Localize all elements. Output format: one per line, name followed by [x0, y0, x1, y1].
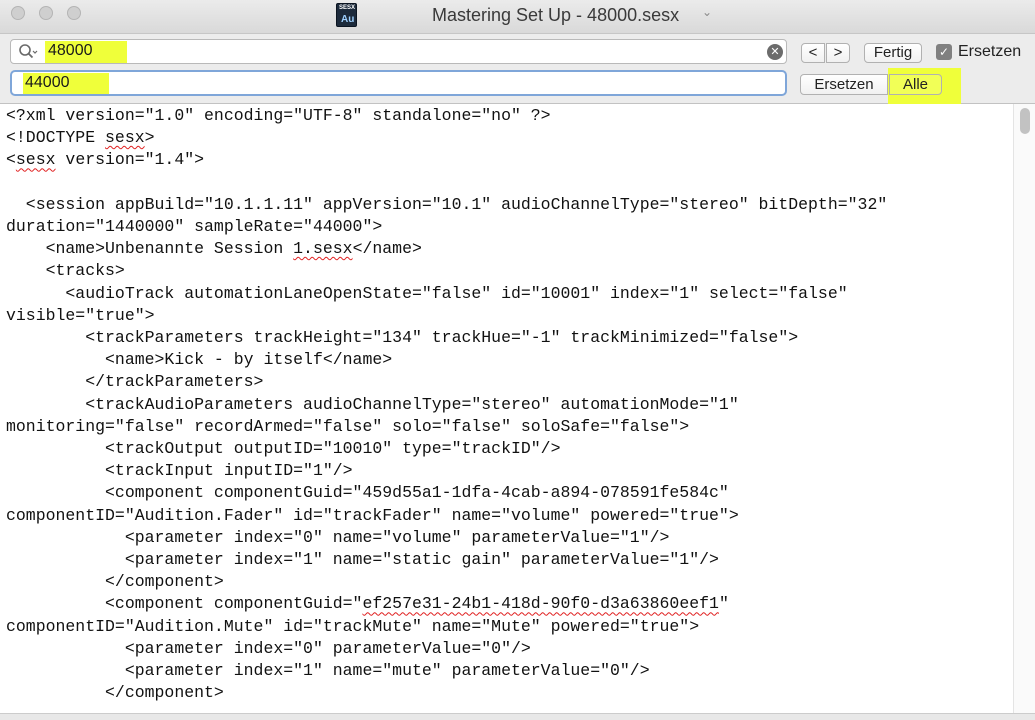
- code-line: <?xml version="1.0" encoding="UTF-8" sta…: [6, 105, 551, 127]
- code-text: <component componentGuid=": [6, 594, 363, 614]
- code-text: </component>: [6, 572, 224, 592]
- document-icon-label: Au: [341, 14, 355, 25]
- spelling-error-text: sesx: [15, 150, 56, 170]
- code-text: <trackInput inputID="1"/>: [6, 461, 353, 481]
- audition-document-icon[interactable]: SESX Au: [336, 3, 357, 27]
- code-text: <!DOCTYPE: [6, 128, 106, 148]
- code-text: <trackAudioParameters audioChannelType="…: [6, 394, 739, 414]
- document-icon-extension: SESX: [339, 5, 356, 11]
- window-bottom-edge: [0, 713, 1035, 720]
- window-titlebar: SESX Au Mastering Set Up - 48000.sesx ⌄: [0, 0, 1035, 34]
- vertical-scrollbar[interactable]: [1013, 104, 1035, 713]
- code-line: <audioTrack automationLaneOpenState="fal…: [6, 283, 848, 305]
- replace-checkbox-label[interactable]: Ersetzen: [958, 43, 1021, 61]
- code-text: <trackParameters trackHeight="134" track…: [6, 328, 799, 347]
- code-line: <!DOCTYPE sesx>: [6, 127, 155, 149]
- close-window-button[interactable]: [11, 6, 25, 20]
- code-text: <audioTrack automationLaneOpenState="fal…: [6, 283, 848, 303]
- code-line: </trackParameters>: [6, 371, 263, 393]
- search-icon[interactable]: [18, 43, 38, 61]
- code-text: <parameter index="1" name="mute" paramet…: [6, 661, 650, 680]
- code-line: <parameter index="1" name="mute" paramet…: [6, 660, 650, 682]
- code-line: <parameter index="0" parameterValue="0"/…: [6, 638, 531, 660]
- code-line: <parameter index="0" name="volume" param…: [6, 527, 670, 549]
- code-text: <parameter index="0" parameterValue="0"/…: [6, 638, 531, 658]
- code-line: <trackParameters trackHeight="134" track…: [6, 327, 798, 349]
- code-line: </component>: [6, 571, 224, 593]
- code-line: duration="1440000" sampleRate="44000">: [6, 216, 382, 238]
- code-text: <parameter index="1" name="static gain" …: [6, 550, 719, 569]
- code-line: <parameter index="1" name="static gain" …: [6, 549, 719, 571]
- code-text: <parameter index="0" name="volume" param…: [6, 527, 670, 547]
- code-text: </component>: [6, 683, 224, 703]
- code-line: visible="true">: [6, 305, 155, 327]
- search-field[interactable]: 48000 ✕: [10, 39, 787, 64]
- replace-checkbox[interactable]: ✓: [936, 44, 952, 60]
- code-text: </trackParameters>: [6, 372, 264, 392]
- spelling-error-text: 1.sesx: [293, 239, 353, 259]
- code-text: </name>: [352, 239, 422, 259]
- code-line: componentID="Audition.Fader" id="trackFa…: [6, 505, 739, 527]
- code-line: <sesx version="1.4">: [6, 149, 204, 171]
- code-line: monitoring="false" recordArmed="false" s…: [6, 416, 689, 438]
- minimize-window-button[interactable]: [39, 6, 53, 20]
- replace-button[interactable]: Ersetzen: [800, 74, 888, 95]
- clear-search-icon[interactable]: ✕: [767, 44, 783, 60]
- code-text: componentID="Audition.Fader" id="trackFa…: [6, 505, 739, 525]
- next-match-button[interactable]: >: [826, 43, 850, 63]
- code-line: <component componentGuid="ef257e31-24b1-…: [6, 593, 729, 615]
- code-text: <name>Unbenannte Session: [6, 239, 294, 259]
- replace-all-button[interactable]: Alle: [889, 74, 942, 95]
- code-text: version="1.4">: [55, 150, 205, 170]
- code-line: <component componentGuid="459d55a1-1dfa-…: [6, 482, 729, 504]
- code-text: visible="true">: [6, 305, 155, 325]
- code-line: <trackAudioParameters audioChannelType="…: [6, 394, 739, 416]
- replace-field[interactable]: 44000: [10, 70, 787, 96]
- window-title[interactable]: Mastering Set Up - 48000.sesx: [432, 5, 679, 26]
- code-line: <trackOutput outputID="10010" type="trac…: [6, 438, 561, 460]
- code-text: componentID="Audition.Mute" id="trackMut…: [6, 616, 700, 636]
- code-line: <name>Unbenannte Session 1.sesx</name>: [6, 238, 422, 260]
- previous-match-button[interactable]: <: [801, 43, 825, 63]
- zoom-window-button[interactable]: [67, 6, 81, 20]
- replace-input-value[interactable]: 44000: [25, 74, 70, 92]
- code-text: >: [144, 128, 155, 148]
- scrollbar-thumb[interactable]: [1020, 108, 1030, 134]
- chevron-down-icon[interactable]: ⌄: [702, 5, 712, 19]
- spelling-error-text: sesx: [105, 128, 145, 148]
- code-line: componentID="Audition.Mute" id="trackMut…: [6, 616, 699, 638]
- code-line: <session appBuild="10.1.1.11" appVersion…: [6, 194, 887, 216]
- spelling-error-text: ef257e31-24b1-418d-90f0-d3a63860eef1: [362, 594, 719, 614]
- code-line: <trackInput inputID="1"/>: [6, 460, 353, 482]
- code-text: <?xml version="1.0" encoding="UTF-8" sta…: [6, 106, 551, 125]
- code-text: duration="1440000" sampleRate="44000">: [6, 217, 383, 236]
- code-line: <name>Kick - by itself</name>: [6, 349, 392, 371]
- code-text: <name>Kick - by itself</name>: [6, 350, 393, 370]
- done-button[interactable]: Fertig: [864, 43, 922, 63]
- code-text: <session appBuild="10.1.1.11" appVersion…: [6, 194, 888, 214]
- code-editor[interactable]: <?xml version="1.0" encoding="UTF-8" sta…: [0, 104, 1035, 713]
- code-line: <tracks>: [6, 260, 125, 282]
- find-replace-bar: 48000 ✕ < > Fertig ✓ Ersetzen 44000 Erse…: [0, 34, 1035, 110]
- code-line: </component>: [6, 682, 224, 704]
- search-input-value[interactable]: 48000: [48, 42, 93, 60]
- code-text: <trackOutput outputID="10010" type="trac…: [6, 439, 561, 458]
- code-text: <component componentGuid="459d55a1-1dfa-…: [6, 483, 729, 503]
- code-text: <: [6, 150, 16, 170]
- code-text: ": [718, 594, 729, 614]
- code-text: <tracks>: [6, 261, 125, 281]
- code-text: monitoring="false" recordArmed="false" s…: [6, 416, 690, 436]
